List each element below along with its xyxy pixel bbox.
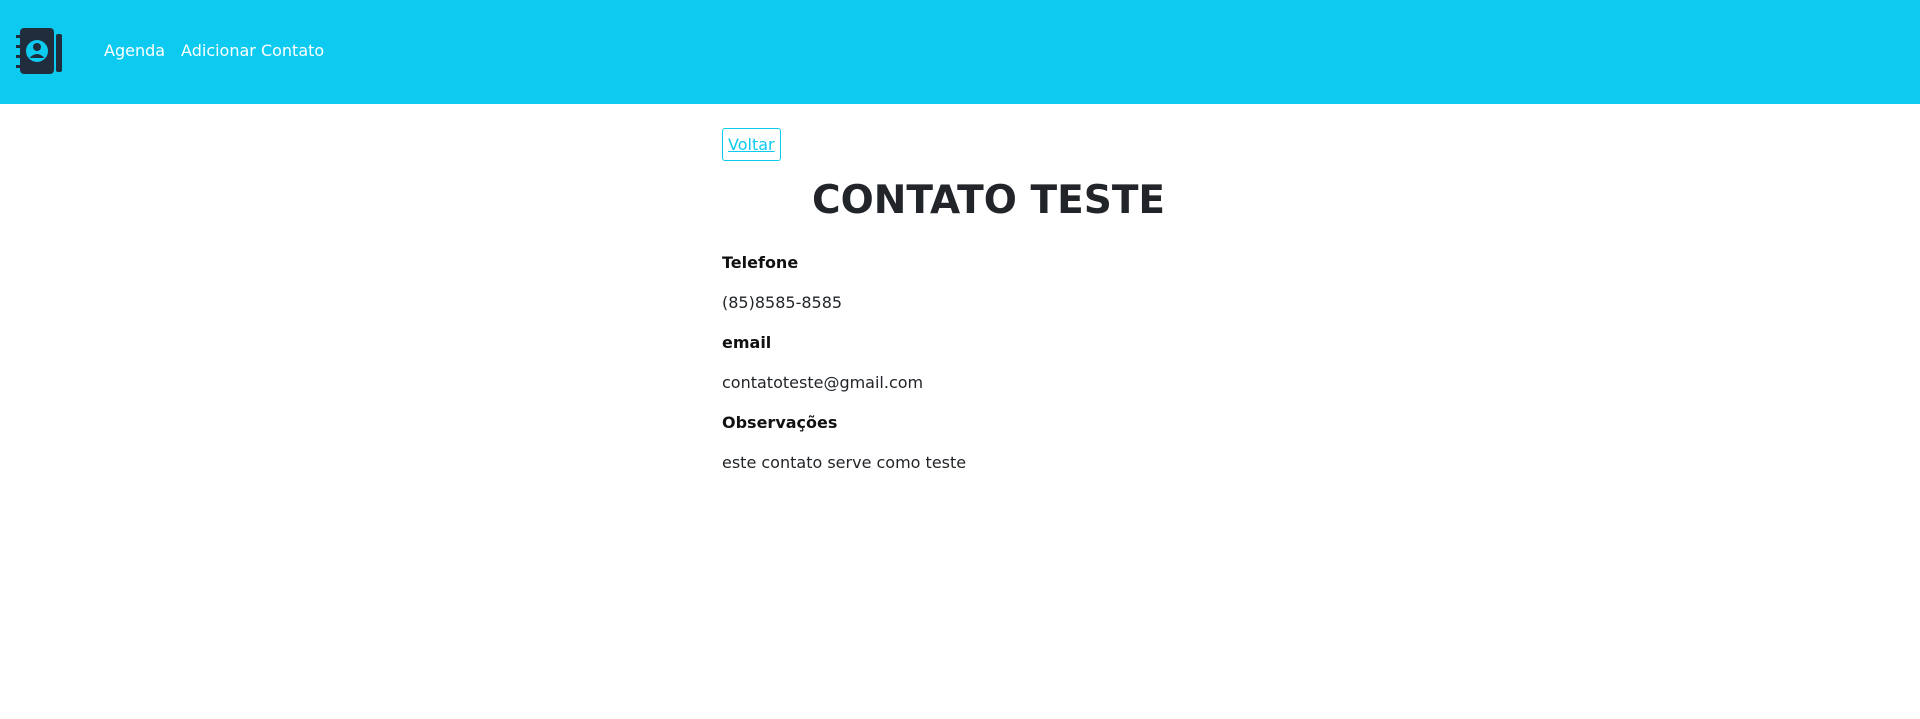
telefone-label: Telefone — [722, 253, 799, 272]
observacoes-label: Observações — [722, 413, 838, 432]
nav-link-adicionar-contato[interactable]: Adicionar Contato — [181, 40, 324, 62]
email-label: email — [722, 333, 772, 352]
email-value: contatoteste@gmail.com — [722, 373, 924, 392]
navbar: Agenda Adicionar Contato — [0, 0, 1920, 104]
nav-link-agenda[interactable]: Agenda — [104, 40, 165, 62]
nav-links: Agenda Adicionar Contato — [104, 40, 324, 62]
contact-book-icon[interactable] — [16, 26, 64, 76]
telefone-value: (85)8585-8585 — [722, 293, 843, 312]
observacoes-value: este contato serve como teste — [722, 453, 967, 472]
page-title: CONTATO TESTE — [812, 178, 1166, 223]
back-button[interactable]: Voltar — [722, 128, 781, 161]
contact-detail: Voltar CONTATO TESTE Telefone (85)8585-8… — [722, 128, 1222, 472]
